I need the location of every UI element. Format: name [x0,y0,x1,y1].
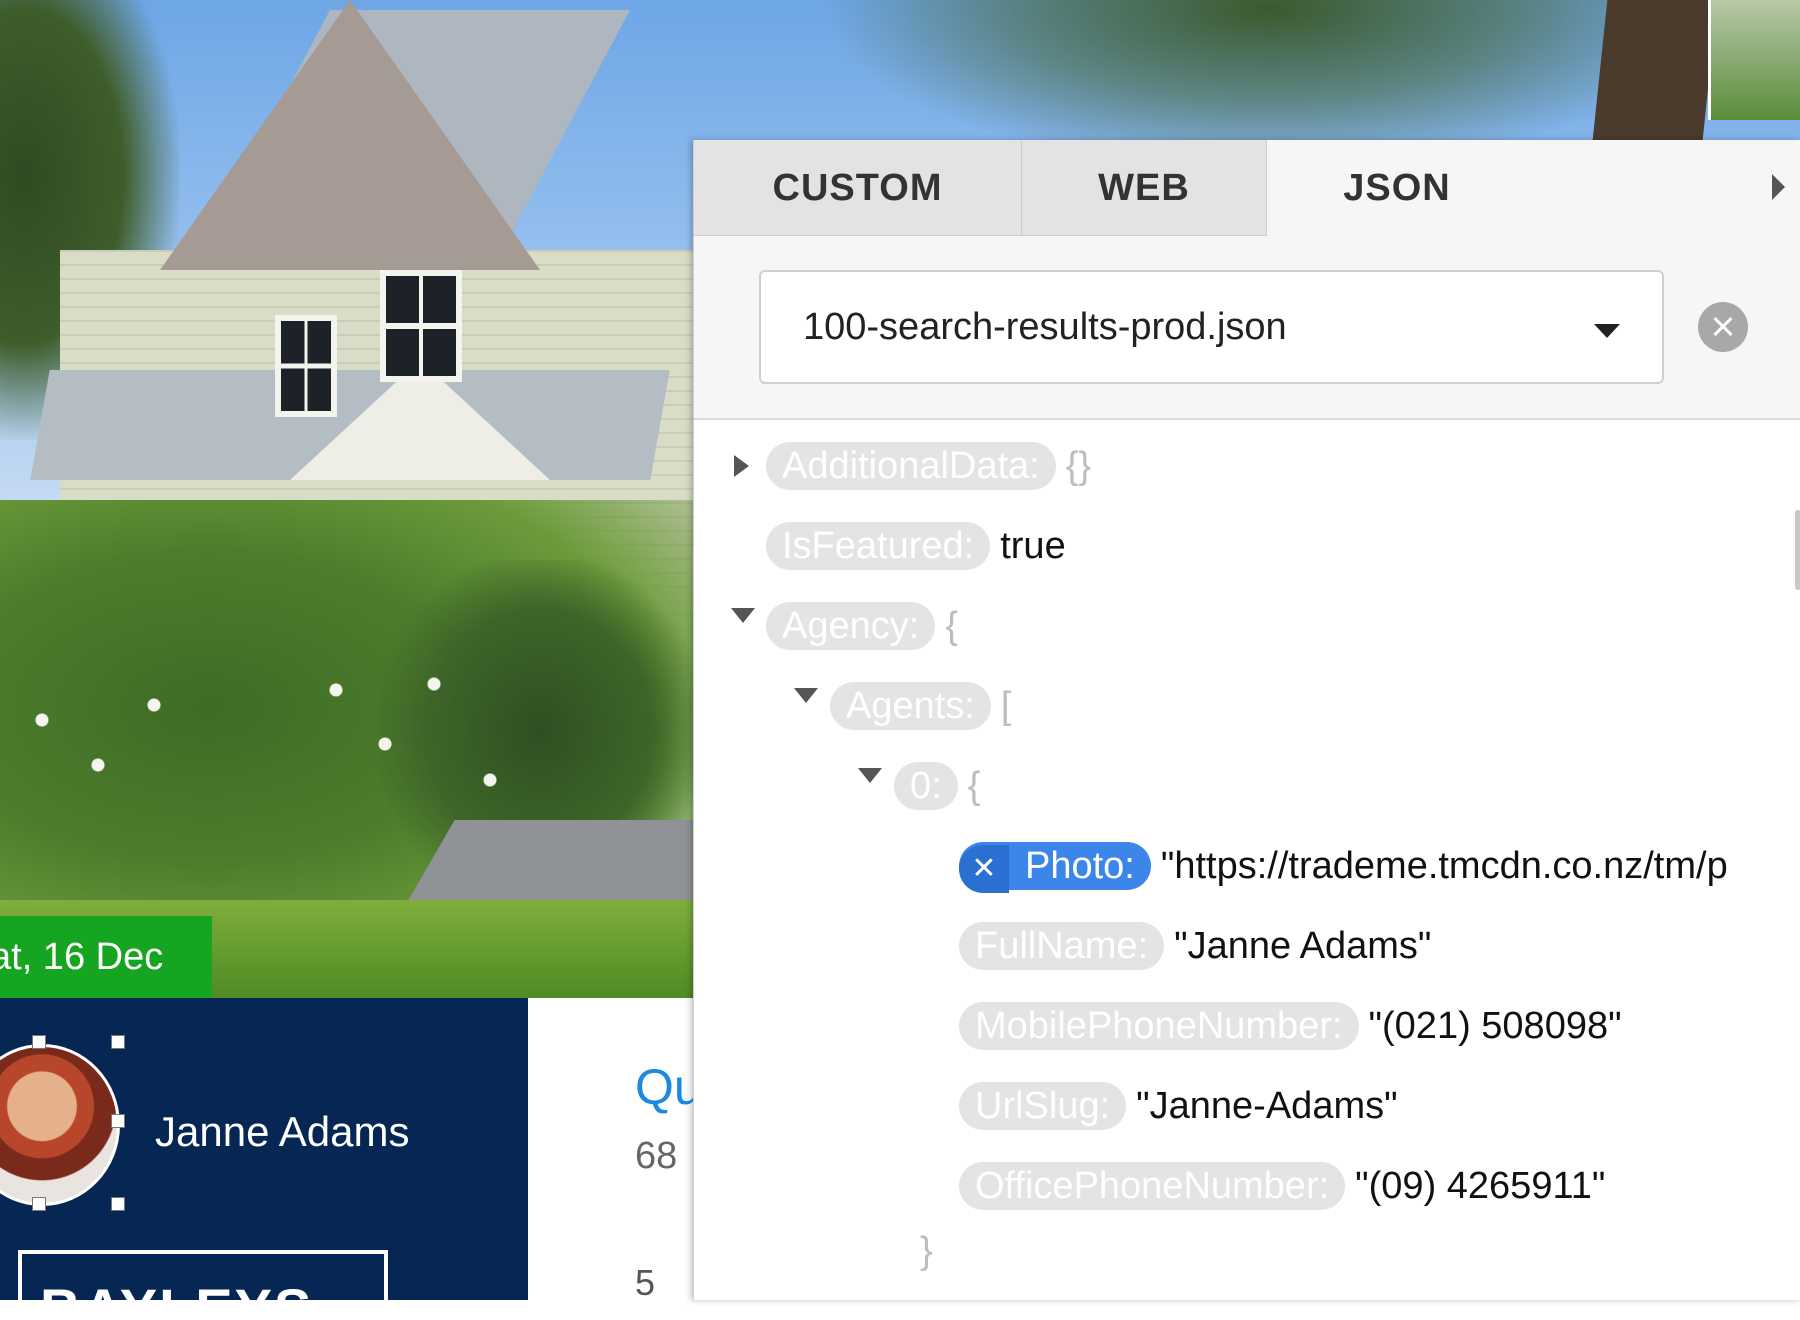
house-window [380,270,462,382]
json-key[interactable]: Agents: [830,682,991,730]
json-key[interactable]: UrlSlug: [959,1082,1127,1130]
json-value: {} [1065,444,1092,487]
json-value: "(09) 4265911" [1355,1164,1606,1207]
json-value: "Janne Adams" [1174,924,1432,967]
tab-web[interactable]: WEB [1022,140,1267,236]
caret-down-icon [1594,324,1620,338]
agent-avatar [0,1044,120,1206]
tree-row-agency[interactable]: Agency: { [766,601,958,651]
json-tree: AdditionalData: {} IsFeatured: true Agen… [694,420,1800,1300]
close-circle-icon[interactable] [1698,302,1748,352]
resize-handle[interactable] [32,1197,46,1211]
tab-bar: CUSTOM WEB JSON [694,140,1800,236]
json-key-selected[interactable]: ✕ Photo: [959,842,1151,893]
house-gable [160,0,540,270]
agent-avatar-selection[interactable] [0,1035,125,1211]
agency-logo: BAYLEYS [18,1250,388,1320]
open-home-badge: at, 16 Dec [0,916,212,998]
tree-row-item-0[interactable]: 0: { [894,761,980,811]
tree-row-office-phone[interactable]: OfficePhoneNumber: "(09) 4265911" [959,1161,1605,1211]
tree-row-is-featured[interactable]: IsFeatured: true [766,521,1066,571]
tree-row-full-name[interactable]: FullName: "Janne Adams" [959,921,1431,971]
file-picker-row: 100-search-results-prod.json [694,236,1800,420]
json-value: true [1000,524,1066,567]
agent-name: Janne Adams [155,1108,410,1155]
disclosure-triangle-icon[interactable] [731,608,755,623]
tree-row-url-slug[interactable]: UrlSlug: "Janne-Adams" [959,1081,1398,1131]
resize-handle[interactable] [111,1114,125,1128]
json-brace: { [967,764,981,807]
listing-bedrooms: 5 [635,1262,656,1303]
json-key[interactable]: AdditionalData: [766,442,1056,490]
listing-price: 68 [635,1135,678,1177]
tree-trunk [1592,0,1718,140]
remove-icon[interactable]: ✕ [959,845,1009,893]
chevron-right-icon[interactable] [1772,174,1785,200]
json-key[interactable]: Agency: [766,602,936,650]
json-value: "Janne-Adams" [1136,1084,1398,1127]
json-brace-close: } [920,1230,933,1272]
disclosure-triangle-icon[interactable] [858,768,882,783]
json-value: "https://trademe.tmcdn.co.nz/tm/p [1160,844,1728,887]
scrollbar[interactable] [1795,510,1800,590]
tab-json[interactable]: JSON [1267,140,1527,236]
json-file-select[interactable]: 100-search-results-prod.json [759,270,1664,384]
json-brace: { [945,604,959,647]
json-key[interactable]: MobilePhoneNumber: [959,1002,1359,1050]
json-key[interactable]: OfficePhoneNumber: [959,1162,1346,1210]
json-key[interactable]: FullName: [959,922,1165,970]
tree-row-mobile-phone[interactable]: MobilePhoneNumber: "(021) 508098" [959,1001,1622,1051]
json-key[interactable]: IsFeatured: [766,522,991,570]
house-window [275,315,337,417]
json-key[interactable]: 0: [894,762,958,810]
json-brace: [ [1000,684,1012,727]
listing-title[interactable]: Qu [635,1058,702,1116]
next-photo-thumbnail[interactable] [1708,0,1800,120]
white-flowers [0,600,700,900]
tree-row-agents[interactable]: Agents: [ [830,681,1011,731]
resize-handle[interactable] [32,1035,46,1049]
tree-row-photo[interactable]: ✕ Photo: "https://trademe.tmcdn.co.nz/tm/… [959,841,1728,893]
json-value: "(021) 508098" [1368,1004,1622,1047]
tab-custom[interactable]: CUSTOM [694,140,1022,236]
resize-handle[interactable] [111,1035,125,1049]
resize-handle[interactable] [111,1197,125,1211]
tree-row-additional-data[interactable]: AdditionalData: {} [766,441,1091,491]
inspector-panel: CUSTOM WEB JSON 100-search-results-prod.… [693,140,1800,1300]
json-file-name: 100-search-results-prod.json [803,306,1287,348]
disclosure-triangle-icon[interactable] [794,688,818,703]
disclosure-triangle-icon[interactable] [734,455,749,477]
